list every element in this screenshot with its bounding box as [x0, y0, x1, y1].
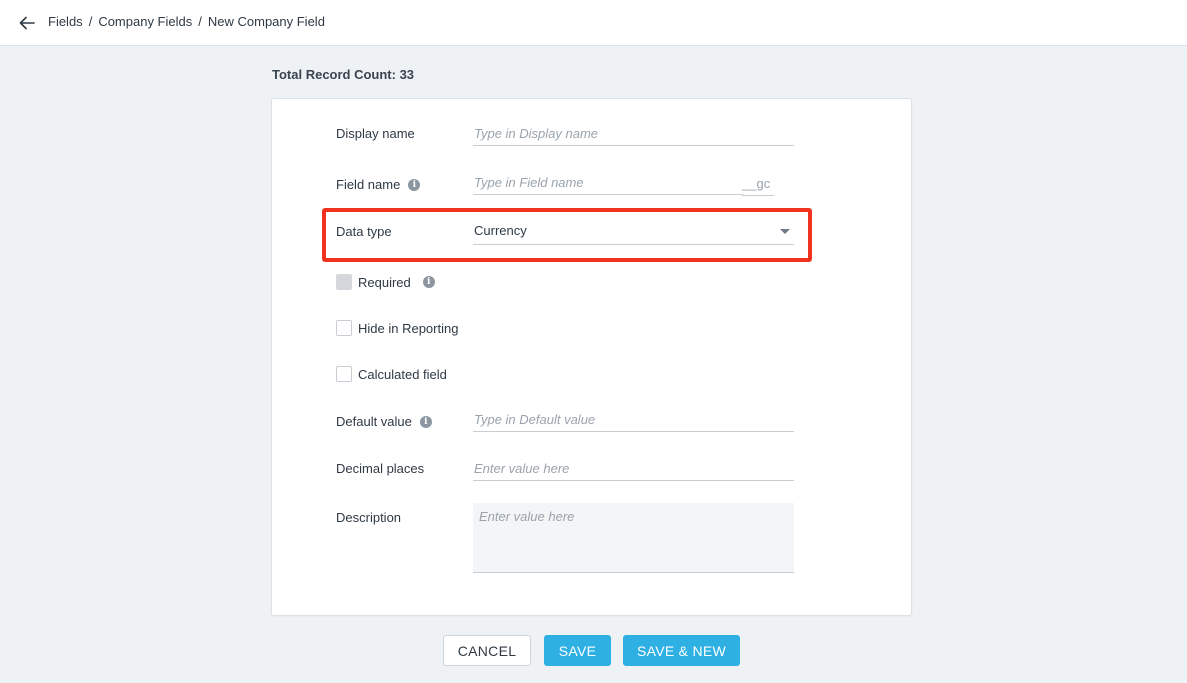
default-value-input[interactable] [473, 407, 794, 432]
top-bar: Fields / Company Fields / New Company Fi… [0, 0, 1187, 46]
save-button[interactable]: SAVE [544, 635, 611, 666]
calculated-field-checkbox[interactable] [336, 366, 352, 382]
suffix-underline [742, 195, 774, 196]
display-name-input[interactable] [473, 121, 794, 146]
breadcrumb-separator: / [88, 14, 93, 29]
calculated-field-label: Calculated field [358, 366, 447, 382]
description-label: Description [336, 510, 402, 525]
field-name-input[interactable] [473, 170, 743, 195]
info-icon[interactable]: i [419, 416, 432, 428]
data-type-select[interactable]: Currency [473, 220, 794, 245]
data-type-value: Currency [474, 223, 527, 238]
breadcrumb: Fields / Company Fields / New Company Fi… [48, 14, 325, 30]
field-name-label: Field name [336, 177, 401, 192]
breadcrumb-company-fields[interactable]: Company Fields [98, 14, 192, 30]
info-icon[interactable]: i [422, 276, 435, 288]
display-name-label: Display name [336, 126, 415, 141]
back-button[interactable] [16, 12, 38, 34]
default-value-label-group: Default value i [336, 414, 432, 430]
arrow-left-icon [19, 16, 35, 30]
data-type-label: Data type [336, 224, 392, 239]
breadcrumb-current: New Company Field [207, 14, 325, 29]
caret-down-icon [780, 229, 790, 234]
required-label: Required [358, 274, 411, 290]
decimal-places-input[interactable] [473, 456, 794, 481]
save-and-new-button[interactable]: SAVE & NEW [623, 635, 740, 666]
required-row: Required i [336, 274, 435, 290]
required-checkbox[interactable] [336, 274, 352, 290]
description-textarea[interactable] [473, 503, 794, 573]
default-value-label: Default value [336, 414, 412, 429]
breadcrumb-fields[interactable]: Fields [48, 14, 83, 30]
field-name-suffix: __gc [742, 176, 771, 191]
calculated-field-row: Calculated field [336, 366, 447, 382]
breadcrumb-separator: / [198, 14, 202, 29]
hide-in-reporting-label: Hide in Reporting [358, 320, 459, 336]
info-icon[interactable]: i [408, 179, 421, 191]
field-form-card: Display name Field name i __gc Data type… [271, 98, 912, 616]
hide-in-reporting-row: Hide in Reporting [336, 320, 458, 336]
decimal-places-label: Decimal places [336, 461, 425, 476]
record-count: Total Record Count: 33 [272, 67, 415, 82]
hide-in-reporting-checkbox[interactable] [336, 320, 352, 336]
field-name-label-group: Field name i [336, 177, 421, 193]
cancel-button[interactable]: CANCEL [443, 635, 531, 666]
